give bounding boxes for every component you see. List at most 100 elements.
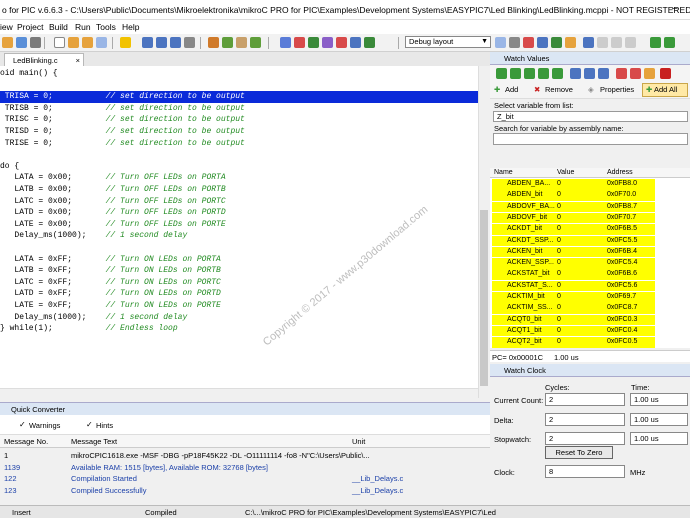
refresh-icon[interactable] xyxy=(551,37,562,48)
code-line[interactable]: LATD = 0xFF; // Turn ON LEDs on PORTD xyxy=(0,288,478,300)
reset-icon[interactable] xyxy=(598,68,609,79)
menu-project[interactable]: Project xyxy=(17,22,43,32)
code-line[interactable]: LATC = 0xFF; // Turn ON LEDs on PORTC xyxy=(0,277,478,289)
delta-cycles[interactable]: 2 xyxy=(545,413,625,426)
code-line[interactable]: Delay_ms(1000); // 1 second delay xyxy=(0,312,478,324)
message-row[interactable]: 1 mikroCPIC1618.exe -MSF -DBG -pP18F45K22… xyxy=(0,450,490,461)
forward-icon[interactable] xyxy=(664,37,675,48)
menu-build[interactable]: Build xyxy=(49,22,68,32)
undo-icon[interactable] xyxy=(250,37,261,48)
save-as-icon[interactable] xyxy=(156,37,167,48)
warnings-check-icon[interactable]: ✓ xyxy=(19,420,26,429)
editor-scroll-thumb[interactable] xyxy=(480,210,488,386)
format-icon[interactable] xyxy=(322,37,333,48)
reset-to-zero-button[interactable]: Reset To Zero xyxy=(545,446,613,459)
layout-icon[interactable] xyxy=(495,37,506,48)
code-line[interactable]: do { xyxy=(0,161,478,173)
col-message-text[interactable]: Message Text xyxy=(71,437,117,446)
quick-converter-header[interactable]: Quick Converter xyxy=(0,402,490,415)
message-row[interactable]: 122 Compilation Started __Lib_Delays.c xyxy=(0,473,490,484)
step-over-icon[interactable] xyxy=(524,68,535,79)
window2-icon[interactable] xyxy=(537,37,548,48)
messages-scrollbar[interactable] xyxy=(478,448,490,504)
layout-select[interactable]: Debug layout ▼ xyxy=(405,36,491,48)
watch-row[interactable]: ACQT2_bit 0 0x0FC0.5 xyxy=(490,337,690,348)
clear-breakpoints-icon[interactable] xyxy=(630,68,641,79)
watch-row[interactable]: ACKSTAT_S... 0 0x0FC5.6 xyxy=(490,280,690,292)
code-line[interactable]: TRISD = 0; // set direction to be output xyxy=(0,126,478,138)
jump-icon[interactable] xyxy=(584,68,595,79)
breakpoint-icon[interactable] xyxy=(616,68,627,79)
code-line[interactable]: LATB = 0x00; // Turn OFF LEDs on PORTB xyxy=(0,184,478,196)
zoom-icon[interactable] xyxy=(625,37,636,48)
hints-check-icon[interactable]: ✓ xyxy=(86,420,93,429)
watch-row[interactable]: ACKTIM_bit 0 0x0F69.7 xyxy=(490,292,690,303)
code-line[interactable]: oid main() { xyxy=(0,68,478,80)
stop-debug-icon[interactable] xyxy=(644,68,655,79)
watch-row[interactable]: ACKDT_SSP... 0 0x0FC5.5 xyxy=(490,235,690,247)
printer-icon[interactable] xyxy=(184,37,195,48)
watch-row[interactable]: ACQT1_bit 0 0x0FC0.4 xyxy=(490,325,690,337)
add-button[interactable]: Add xyxy=(505,84,518,96)
code-line[interactable]: TRISA = 0; // set direction to be output xyxy=(0,91,478,103)
watch-row[interactable]: ABDEN_bit 0 0x0F70.0 xyxy=(490,190,690,201)
editor-horizontal-scrollbar[interactable] xyxy=(0,388,478,398)
watch-row[interactable]: ABDOVF_BA... 0 0x0FB8.7 xyxy=(490,201,690,213)
open-file-icon[interactable] xyxy=(68,37,79,48)
window-icon[interactable] xyxy=(350,37,361,48)
code-line[interactable]: TRISB = 0; // set direction to be output xyxy=(0,103,478,115)
current-count-time[interactable]: 1.00 us xyxy=(630,393,688,406)
watch-clock-header[interactable]: Watch Clock xyxy=(490,364,690,377)
close-tab-icon[interactable]: × xyxy=(76,56,80,65)
toggle-icon[interactable] xyxy=(523,37,534,48)
stop-icon[interactable] xyxy=(336,37,347,48)
code-line[interactable]: LATB = 0xFF; // Turn ON LEDs on PORTB xyxy=(0,265,478,277)
pause-icon[interactable] xyxy=(570,68,581,79)
properties-button[interactable]: Properties xyxy=(600,84,634,96)
add-all-button[interactable]: ✚ Add All xyxy=(642,83,688,97)
open-icon[interactable] xyxy=(2,37,13,48)
replace-icon[interactable] xyxy=(294,37,305,48)
menu-tools[interactable]: Tools xyxy=(96,22,116,32)
menu-help[interactable]: Help xyxy=(122,22,139,32)
watch-values-header[interactable]: Watch Values xyxy=(490,52,690,65)
assembly-search-input[interactable] xyxy=(493,133,688,145)
back-icon[interactable] xyxy=(650,37,661,48)
code-line[interactable] xyxy=(0,242,478,254)
menu-view[interactable]: iew xyxy=(0,22,13,32)
run-to-cursor-icon[interactable] xyxy=(552,68,563,79)
gear-icon[interactable] xyxy=(509,37,520,48)
code-line[interactable]: LATA = 0x00; // Turn OFF LEDs on PORTA xyxy=(0,172,478,184)
editor-tab[interactable]: LedBlinking.c × xyxy=(4,53,84,66)
step-out-icon[interactable] xyxy=(538,68,549,79)
watch-row[interactable]: ACKSTAT_bit 0 0x0F6B.6 xyxy=(490,269,690,280)
remove-button[interactable]: Remove xyxy=(545,84,573,96)
col-name[interactable]: Name xyxy=(494,169,513,176)
menu-run[interactable]: Run xyxy=(75,22,91,32)
search-icon[interactable] xyxy=(611,37,622,48)
stopwatch-cycles[interactable]: 2 xyxy=(545,432,625,445)
new-file-icon[interactable] xyxy=(54,37,65,48)
delta-time[interactable]: 1.00 us xyxy=(630,413,688,426)
code-line[interactable]: TRISC = 0; // set direction to be output xyxy=(0,114,478,126)
build-icon[interactable] xyxy=(120,37,131,48)
watch-row[interactable]: ACKEN_SSP... 0 0x0FC5.4 xyxy=(490,258,690,269)
stopwatch-time[interactable]: 1.00 us xyxy=(630,432,688,445)
save-icon[interactable] xyxy=(16,37,27,48)
watch-row[interactable]: ABDEN_BA... 0 0x0FB8.0 xyxy=(490,179,690,190)
watch-row[interactable]: ACKTIM_SS... 0 0x0FC8.7 xyxy=(490,303,690,314)
run-icon[interactable] xyxy=(496,68,507,79)
col-message-no[interactable]: Message No. xyxy=(4,437,48,446)
tick-icon[interactable] xyxy=(364,37,375,48)
check-icon[interactable] xyxy=(308,37,319,48)
help-icon[interactable] xyxy=(583,37,594,48)
col-unit[interactable]: Unit xyxy=(352,437,365,446)
paste-icon[interactable] xyxy=(236,37,247,48)
clock-input[interactable]: 8 xyxy=(545,465,625,478)
print-icon[interactable] xyxy=(30,37,41,48)
code-line[interactable]: LATA = 0xFF; // Turn ON LEDs on PORTA xyxy=(0,254,478,266)
code-line[interactable]: } while(1); // Endless loop xyxy=(0,323,478,335)
watch-row[interactable]: ACKEN_bit 0 0x0F6B.4 xyxy=(490,246,690,258)
watch-row[interactable]: ACKDT_bit 0 0x0F6B.5 xyxy=(490,224,690,235)
code-line[interactable]: LATC = 0x00; // Turn OFF LEDs on PORTC xyxy=(0,196,478,208)
